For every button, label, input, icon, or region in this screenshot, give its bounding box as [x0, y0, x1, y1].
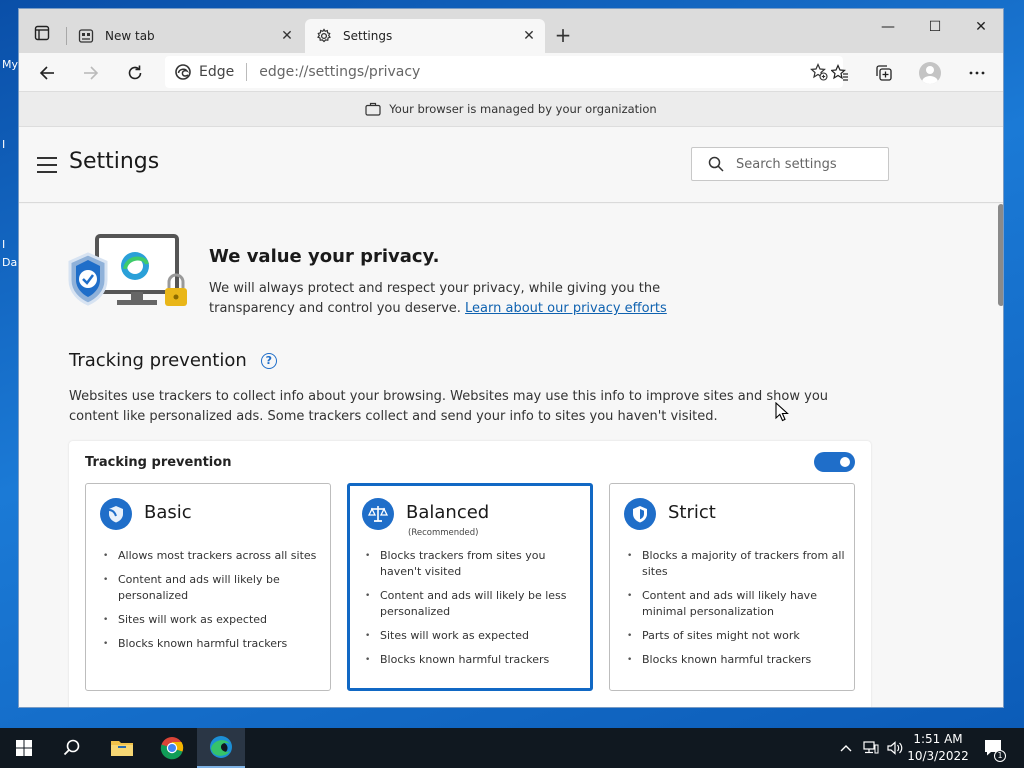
search-icon [706, 154, 726, 174]
toolbar: Edge edge://settings/privacy [19, 53, 1003, 91]
desktop-icon-label[interactable]: I [2, 238, 5, 251]
chrome-icon[interactable] [148, 728, 196, 768]
option-bullets: Blocks trackers from sites you haven't v… [364, 548, 584, 676]
forward-arrow-icon[interactable] [77, 59, 105, 87]
privacy-heading: We value your privacy. [209, 246, 440, 267]
back-arrow-icon[interactable] [33, 59, 61, 87]
tab-label: New tab [105, 29, 155, 43]
close-tab-icon[interactable]: ✕ [521, 28, 537, 44]
edge-logo-icon [175, 64, 191, 80]
list-item: Blocks trackers from sites you haven't v… [364, 548, 584, 580]
notification-count: 1 [994, 750, 1006, 762]
option-subtitle: (Recommended) [408, 528, 479, 538]
clock-date: 10/3/2022 [907, 749, 969, 763]
taskbar: 1:51 AM 10/3/2022 1 [0, 728, 1024, 768]
scrollbar[interactable] [997, 204, 1003, 707]
avatar [919, 62, 941, 84]
tab-new-tab[interactable]: New tab ✕ [67, 19, 303, 53]
start-windows-icon[interactable] [0, 728, 48, 768]
more-options-icon[interactable] [963, 59, 991, 87]
desktop-icon-label[interactable]: I [2, 138, 5, 151]
managed-banner: Your browser is managed by your organiza… [19, 91, 1003, 127]
tab-label: Settings [343, 29, 393, 43]
section-title: Tracking prevention [69, 350, 247, 371]
profile-avatar[interactable] [916, 59, 944, 87]
managed-text: Your browser is managed by your organiza… [389, 102, 657, 116]
tracking-prevention-toggle[interactable] [814, 452, 855, 472]
clock-time: 1:51 AM [913, 732, 963, 746]
tracking-prevention-heading: Tracking prevention ? [69, 350, 277, 371]
tab-bar: New tab ✕ Settings ✕ + — ☐ ✕ [19, 9, 1003, 53]
refresh-icon[interactable] [121, 59, 149, 87]
list-item: Blocks known harmful trackers [626, 652, 846, 668]
help-icon[interactable]: ? [260, 352, 277, 369]
maximize-icon[interactable]: ☐ [912, 15, 958, 39]
gear-icon [315, 27, 333, 45]
desktop-icon-label[interactable]: My [2, 58, 18, 71]
close-tab-icon[interactable]: ✕ [279, 28, 295, 44]
tracking-description: Websites use trackers to collect info ab… [69, 389, 829, 424]
card-title: Tracking prevention [85, 455, 232, 470]
tab-actions-icon[interactable] [27, 21, 57, 45]
file-explorer-icon[interactable] [98, 728, 146, 768]
address-separator [246, 63, 248, 81]
list-item: Sites will work as expected [102, 612, 322, 628]
list-item: Parts of sites might not work [626, 628, 846, 644]
briefcase-icon [365, 102, 381, 116]
list-item: Content and ads will likely have minimal… [626, 588, 846, 620]
show-hidden-icons-icon[interactable] [836, 728, 856, 768]
desktop-icon-label[interactable]: Da [2, 256, 17, 269]
settings-content: We value your privacy. We will always pr… [19, 204, 1003, 707]
list-item: Blocks known harmful trackers [102, 636, 322, 652]
option-strict[interactable]: Strict Blocks a majority of trackers fro… [609, 483, 855, 691]
option-bullets: Blocks a majority of trackers from all s… [626, 548, 846, 676]
search-input[interactable] [736, 156, 876, 172]
strict-shield-icon [624, 498, 656, 530]
privacy-link[interactable]: Learn about our privacy efforts [465, 301, 667, 316]
tracking-prevention-card: Tracking prevention Basic Allows most tr… [69, 441, 871, 707]
option-bullets: Allows most trackers across all sites Co… [102, 548, 322, 660]
collections-icon[interactable] [870, 59, 898, 87]
option-name: Balanced [406, 502, 490, 523]
option-name: Strict [668, 502, 716, 523]
list-item: Sites will work as expected [364, 628, 584, 644]
site-label: Edge [199, 64, 235, 80]
taskbar-clock[interactable]: 1:51 AM 10/3/2022 [900, 731, 976, 765]
privacy-illustration [67, 234, 191, 316]
search-settings-field[interactable] [691, 147, 889, 181]
privacy-description: We will always protect and respect your … [209, 279, 749, 319]
browser-window: New tab ✕ Settings ✕ + — ☐ ✕ Edge edge:/… [18, 8, 1004, 708]
site-indicator[interactable]: Edge [165, 63, 259, 81]
scroll-thumb[interactable] [998, 204, 1003, 306]
basic-shield-icon [100, 498, 132, 530]
list-item: Allows most trackers across all sites [102, 548, 322, 564]
option-name: Basic [144, 502, 192, 523]
list-item: Blocks a majority of trackers from all s… [626, 548, 846, 580]
list-item: Content and ads will likely be less pers… [364, 588, 584, 620]
address-bar[interactable]: Edge edge://settings/privacy [165, 56, 843, 88]
option-basic[interactable]: Basic Allows most trackers across all si… [85, 483, 331, 691]
new-tab-icon [77, 27, 95, 45]
tab-settings[interactable]: Settings ✕ [305, 19, 545, 53]
search-taskbar-icon[interactable] [48, 728, 96, 768]
menu-hamburger-icon[interactable] [37, 157, 57, 173]
option-balanced[interactable]: Balanced (Recommended) Blocks trackers f… [347, 483, 593, 691]
minimize-icon[interactable]: — [865, 15, 911, 39]
scale-icon [362, 498, 394, 530]
notification-center-icon[interactable]: 1 [982, 728, 1006, 768]
url-text[interactable]: edge://settings/privacy [259, 64, 420, 80]
mouse-cursor-icon [775, 401, 789, 422]
new-tab-plus-icon[interactable]: + [553, 25, 573, 45]
list-item: Content and ads will likely be personali… [102, 572, 322, 604]
favorites-icon[interactable] [826, 59, 854, 87]
network-icon[interactable] [860, 728, 882, 768]
list-item: Blocks known harmful trackers [364, 652, 584, 668]
close-window-icon[interactable]: ✕ [958, 15, 1003, 39]
settings-header: Settings [19, 127, 1003, 203]
page-title: Settings [69, 149, 160, 174]
edge-taskbar-icon[interactable] [197, 728, 245, 768]
